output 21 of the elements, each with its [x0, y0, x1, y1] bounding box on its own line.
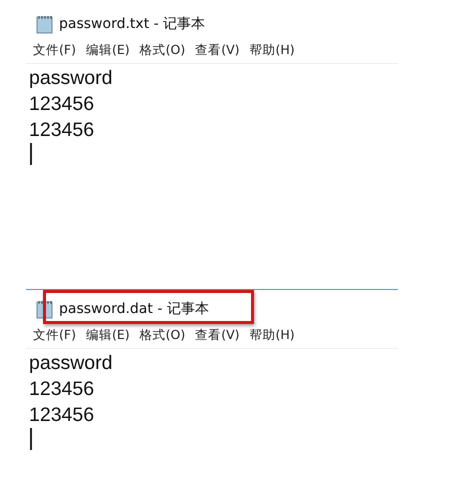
- window-title: password.dat - 记事本: [59, 300, 209, 318]
- text-line: 123456: [29, 377, 96, 402]
- menu-item[interactable]: 帮助(H): [250, 42, 295, 58]
- window-title: password.txt - 记事本: [59, 15, 206, 33]
- text-line: password: [29, 351, 114, 376]
- menu-item[interactable]: 编辑(E): [86, 326, 130, 344]
- menu-item[interactable]: 文件(F): [33, 326, 76, 344]
- notepad-icon: [36, 14, 53, 34]
- menu-item[interactable]: 查看(V): [195, 326, 240, 344]
- menu-item[interactable]: 格式(O): [140, 326, 186, 344]
- menu-item[interactable]: 编辑(E): [86, 42, 130, 58]
- text-caret: [30, 143, 32, 165]
- text-line: 123456: [29, 403, 96, 428]
- text-caret: [30, 428, 32, 450]
- menu-item[interactable]: 帮助(H): [250, 326, 295, 344]
- text-line: 123456: [29, 118, 96, 143]
- menu-item[interactable]: 查看(V): [195, 42, 240, 58]
- menu-item[interactable]: 格式(O): [140, 42, 186, 58]
- text-line: password: [29, 66, 114, 91]
- menu-item[interactable]: 文件(F): [33, 42, 76, 58]
- text-line: 123456: [29, 92, 96, 117]
